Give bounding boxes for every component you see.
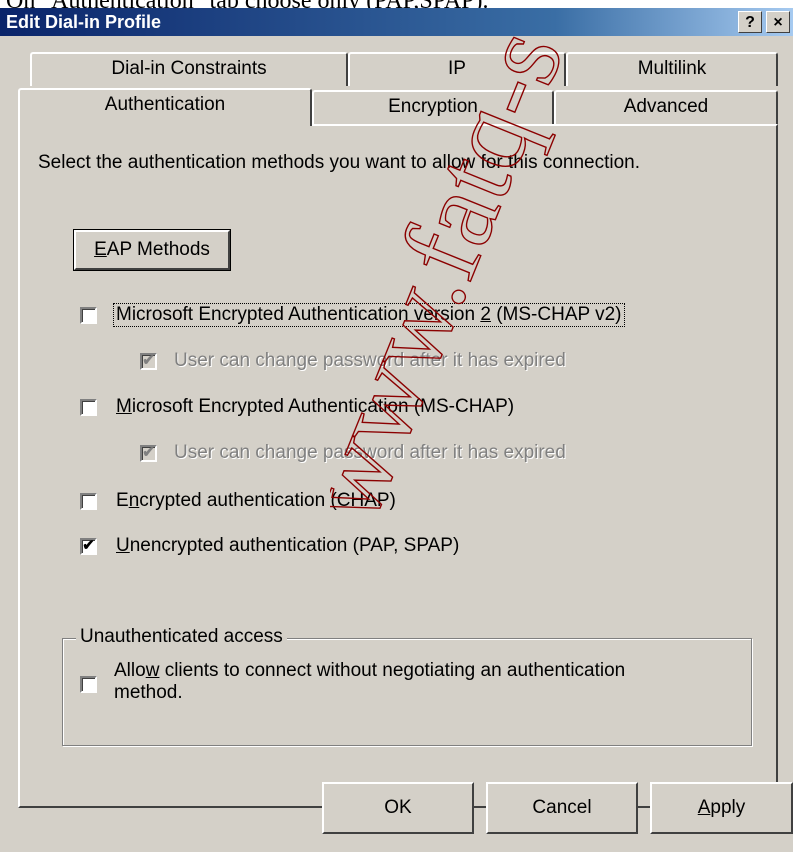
check-icon: ✔ xyxy=(142,352,155,369)
allow-unauthenticated-checkbox[interactable] xyxy=(80,676,97,693)
apply-button[interactable]: Apply xyxy=(650,782,793,834)
tab-multilink[interactable]: Multilink xyxy=(566,52,778,86)
allow-unauthenticated-label[interactable]: Allow clients to connect without negotia… xyxy=(114,660,625,704)
tab-dial-in-constraints[interactable]: Dial-in Constraints xyxy=(30,52,348,86)
title-bar: Edit Dial-in Profile ? × xyxy=(0,8,793,36)
window-title: Edit Dial-in Profile xyxy=(6,12,162,32)
mschap-checkbox[interactable] xyxy=(80,399,97,416)
mschapv2-change-password-label: User can change password after it has ex… xyxy=(174,350,566,371)
tab-authentication[interactable]: Authentication xyxy=(18,88,312,126)
pap-spap-checkbox[interactable]: ✔ xyxy=(80,538,97,555)
dialog-body: Dial-in Constraints IP Multilink Authent… xyxy=(0,36,793,852)
help-button[interactable]: ? xyxy=(738,11,762,33)
mschapv2-label[interactable]: Microsoft Encrypted Authentication versi… xyxy=(113,303,625,327)
ok-button[interactable]: OK xyxy=(322,782,474,834)
cancel-button[interactable]: Cancel xyxy=(486,782,638,834)
unauthenticated-access-legend: Unauthenticated access xyxy=(76,626,287,648)
eap-label: AP Methods xyxy=(106,239,210,260)
mschapv2-change-password-checkbox[interactable]: ✔ xyxy=(140,353,157,370)
chap-label[interactable]: Encrypted authentication (CHAP) xyxy=(116,490,396,512)
eap-methods-button[interactable]: EAP Methods xyxy=(73,229,231,271)
close-button[interactable]: × xyxy=(766,11,790,33)
tab-advanced[interactable]: Advanced xyxy=(554,90,778,124)
pap-spap-label[interactable]: Unencrypted authentication (PAP, SPAP) xyxy=(116,535,459,557)
check-icon: ✔ xyxy=(82,537,95,554)
eap-hotkey: E xyxy=(94,239,107,260)
mschap-change-password-checkbox[interactable]: ✔ xyxy=(140,445,157,462)
tab-ip[interactable]: IP xyxy=(348,52,566,86)
chap-checkbox[interactable] xyxy=(80,493,97,510)
instruction-text: Select the authentication methods you wa… xyxy=(38,152,641,173)
check-icon: ✔ xyxy=(142,444,155,461)
mschapv2-checkbox[interactable] xyxy=(80,307,97,324)
mschap-change-password-label: User can change password after it has ex… xyxy=(174,442,566,463)
tab-encryption[interactable]: Encryption xyxy=(312,90,554,124)
mschap-label[interactable]: Microsoft Encrypted Authentication (MS-C… xyxy=(116,396,514,418)
